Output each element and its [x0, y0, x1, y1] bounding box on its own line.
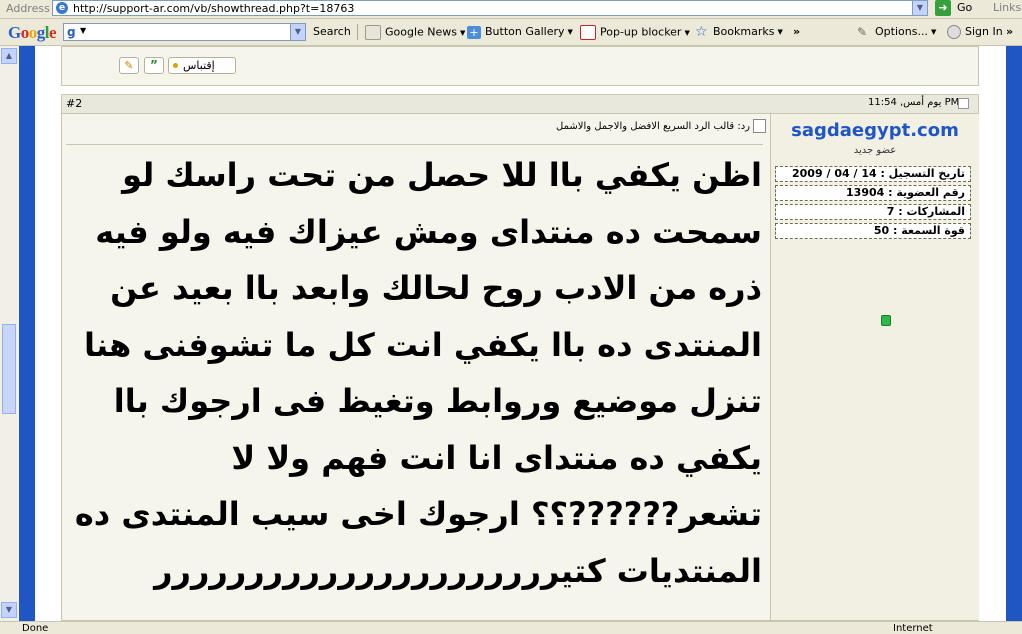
google-logo[interactable]: Google	[8, 23, 57, 43]
quote-marks-icon: ”	[150, 58, 158, 72]
address-url[interactable]: http://support-ar.com/vb/showthread.php?…	[73, 2, 354, 15]
post-title: رد: قالب الرد السريع الافضل والاجمل والا…	[556, 119, 766, 133]
join-date: تاريخ التسجيل : 14 / 04 / 2009	[775, 166, 971, 182]
star-icon: ☆	[695, 23, 708, 40]
post-number-link[interactable]: #2	[66, 97, 82, 110]
scroll-up-button[interactable]: ▲	[1, 48, 17, 64]
google-news-button[interactable]: Google News ▼	[365, 25, 465, 40]
post-body-line: يكفي ده منتداى انا انت فهم ولا لا	[231, 438, 762, 477]
post-body-line: تنزل موضيع وروابط وتغيظ فى ارجوك باا	[113, 382, 762, 420]
address-bar: Address e http://support-ar.com/vb/showt…	[0, 0, 1022, 19]
user-icon	[947, 25, 961, 39]
google-search-dropdown-button[interactable]: ▼	[290, 24, 305, 40]
search-type-caret-icon[interactable]: ▼	[80, 26, 86, 35]
post-body: اظن يكفي باا للا حصل من تحت راسك لو سمحت…	[72, 147, 762, 599]
title-divider	[66, 144, 763, 145]
button-gallery-button[interactable]: + Button Gallery ▼	[467, 25, 573, 39]
post: #2 يوم أمس, 11:54 PM رد: قالب الرد السري…	[61, 94, 979, 621]
address-dropdown-button[interactable]: ▼	[912, 1, 927, 15]
go-label: Go	[957, 1, 973, 14]
popup-blocker-button[interactable]: Pop-up blocker ▼	[580, 25, 690, 40]
post-header: #2 يوم أمس, 11:54 PM	[62, 95, 978, 114]
google-search-input[interactable]: g ▼ ▼	[63, 23, 306, 41]
user-info-panel: sagdaegypt.com عضو جديد تاريخ التسجيل : …	[770, 114, 979, 620]
wrench-icon: ✎	[857, 24, 868, 39]
post-body-line: سمحت ده منتداى ومش عيزاك فيه ولو فيه	[95, 212, 762, 251]
toolbar-more-button[interactable]: »	[793, 25, 800, 38]
post-count: المشاركات : 7	[775, 204, 971, 220]
post-message: رد: قالب الرد السريع الافضل والاجمل والا…	[66, 114, 766, 620]
toolbar-separator	[357, 24, 358, 40]
ie-page-icon: e	[56, 2, 68, 14]
post-body-line: المنتدى ده باا يكفي انت كل ما تشوفنى هنا	[84, 325, 762, 364]
popup-blocker-icon	[580, 25, 596, 40]
multi-quote-button[interactable]: ”	[144, 57, 164, 74]
post-body-line: تشعر??????؟؟ ارجوك اخى سيب المنتدى ده	[74, 495, 762, 533]
user-title: عضو جديد	[853, 145, 897, 156]
post-status-icon	[958, 98, 969, 109]
post-icon	[753, 119, 766, 133]
address-input[interactable]: e http://support-ar.com/vb/showthread.ph…	[52, 0, 928, 16]
post-body-line: ذره من الادب روح لحالك وابعد باا بعيد عن	[110, 269, 762, 307]
username-link[interactable]: sagdaegypt.com	[771, 120, 979, 141]
links-label[interactable]: Links	[993, 1, 1021, 14]
quote-label: إقتباس	[183, 59, 215, 72]
google-toolbar: Google g ▼ ▼ Search Google News ▼ + Button…	[0, 19, 1022, 46]
news-icon	[365, 25, 381, 40]
toolbar-overflow-button[interactable]: »	[1006, 25, 1013, 38]
post-body-line: المنتديات كتيرررررررررررررررررررررر	[154, 551, 762, 590]
edit-icon: ✎	[124, 59, 134, 72]
page-frame-right	[1006, 46, 1022, 621]
reputation: قوة السمعة : 50	[775, 223, 971, 239]
status-bar: Done Internet	[0, 621, 1022, 634]
vertical-scrollbar[interactable]: ▲ ▼	[0, 46, 19, 621]
scroll-down-button[interactable]: ▼	[1, 602, 17, 618]
google-g-icon[interactable]: g	[67, 25, 76, 39]
member-number: رقم العضوية : 13904	[775, 185, 971, 201]
edit-post-button[interactable]: ✎	[119, 57, 139, 74]
plus-icon: +	[467, 25, 481, 39]
scroll-thumb[interactable]	[2, 324, 16, 414]
page-viewport: ✎ ” إقتباس #2 يوم أمس, 11:54 PM رد: قالب…	[19, 46, 1022, 621]
status-text: Done	[22, 623, 49, 634]
go-arrow-icon: ➜	[935, 0, 951, 16]
previous-post-footer: ✎ ” إقتباس	[61, 46, 979, 86]
post-date: يوم أمس, 11:54 PM	[868, 97, 960, 108]
sign-in-button[interactable]: Sign In	[947, 25, 1003, 39]
post-body-line: اظن يكفي باا للا حصل من تحت راسك لو	[122, 156, 762, 194]
search-button[interactable]: Search	[313, 25, 351, 38]
post-title-text: رد: قالب الرد السريع الافضل والاجمل والا…	[556, 121, 750, 132]
bookmarks-button[interactable]: ☆ Bookmarks ▼	[695, 25, 783, 39]
options-button[interactable]: ✎ Options... ▼	[857, 25, 936, 39]
page-frame-left	[19, 46, 35, 621]
online-status-icon	[881, 315, 891, 326]
address-label: Address	[6, 2, 50, 15]
quote-dot-icon	[173, 63, 178, 68]
quote-button[interactable]: إقتباس	[168, 57, 236, 74]
security-zone: Internet	[893, 623, 933, 634]
